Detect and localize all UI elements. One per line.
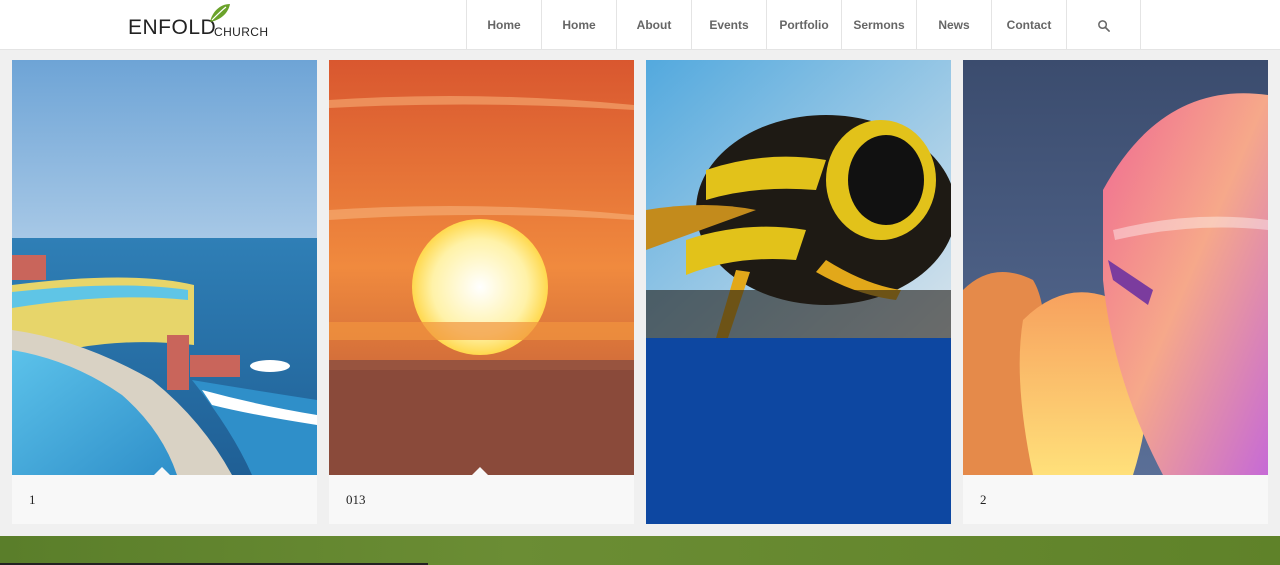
pool-sea-photo[interactable] bbox=[12, 60, 317, 475]
nav-item-contact[interactable]: Contact bbox=[991, 0, 1066, 50]
hot-air-balloons-photo[interactable] bbox=[963, 60, 1268, 475]
nav-item-portfolio[interactable]: Portfolio bbox=[766, 0, 841, 50]
portfolio-card[interactable]: 013 bbox=[329, 60, 634, 524]
nav-item-events[interactable]: Events bbox=[691, 0, 766, 50]
footer-band bbox=[0, 536, 1280, 565]
nav-item-news[interactable]: News bbox=[916, 0, 991, 50]
nav-item-home[interactable]: Home bbox=[466, 0, 541, 50]
nav-label: About bbox=[636, 18, 672, 32]
card-caption: 1 bbox=[29, 492, 36, 507]
nav-item-about[interactable]: About bbox=[616, 0, 691, 50]
portfolio-card[interactable]: 2 bbox=[963, 60, 1268, 524]
site-logo[interactable]: ENFOLD CHURCH bbox=[128, 4, 278, 46]
caption-notch bbox=[154, 467, 170, 475]
nav-label: Home bbox=[487, 18, 521, 32]
wasp-photo[interactable] bbox=[646, 60, 951, 338]
nav-item-sermons[interactable]: Sermons bbox=[841, 0, 916, 50]
nav-label: Sermons bbox=[853, 18, 905, 32]
nav-label: Contact bbox=[1006, 18, 1052, 32]
nav-label: News bbox=[938, 18, 970, 32]
search-icon bbox=[1098, 19, 1110, 32]
logo-text-main: ENFOLD bbox=[128, 16, 217, 39]
card-caption: 013 bbox=[346, 492, 366, 507]
nav-search-button[interactable] bbox=[1066, 0, 1141, 50]
nav-label: Events bbox=[709, 18, 749, 32]
portfolio-card[interactable]: 1 bbox=[12, 60, 317, 524]
nav-label: Home bbox=[562, 18, 596, 32]
portfolio-card[interactable] bbox=[646, 60, 951, 524]
card-caption: 2 bbox=[980, 492, 987, 507]
nav-item-home-2[interactable]: Home bbox=[541, 0, 616, 50]
caption-notch bbox=[472, 467, 488, 475]
nav-label: Portfolio bbox=[779, 18, 829, 32]
sunset-photo[interactable] bbox=[329, 60, 634, 475]
site-header: ENFOLD CHURCH Home Home About Events Por… bbox=[0, 0, 1280, 50]
logo-text-sub: CHURCH bbox=[214, 25, 269, 39]
leaf-icon bbox=[210, 4, 230, 22]
main-nav: Home Home About Events Portfolio Sermons… bbox=[466, 0, 1141, 50]
